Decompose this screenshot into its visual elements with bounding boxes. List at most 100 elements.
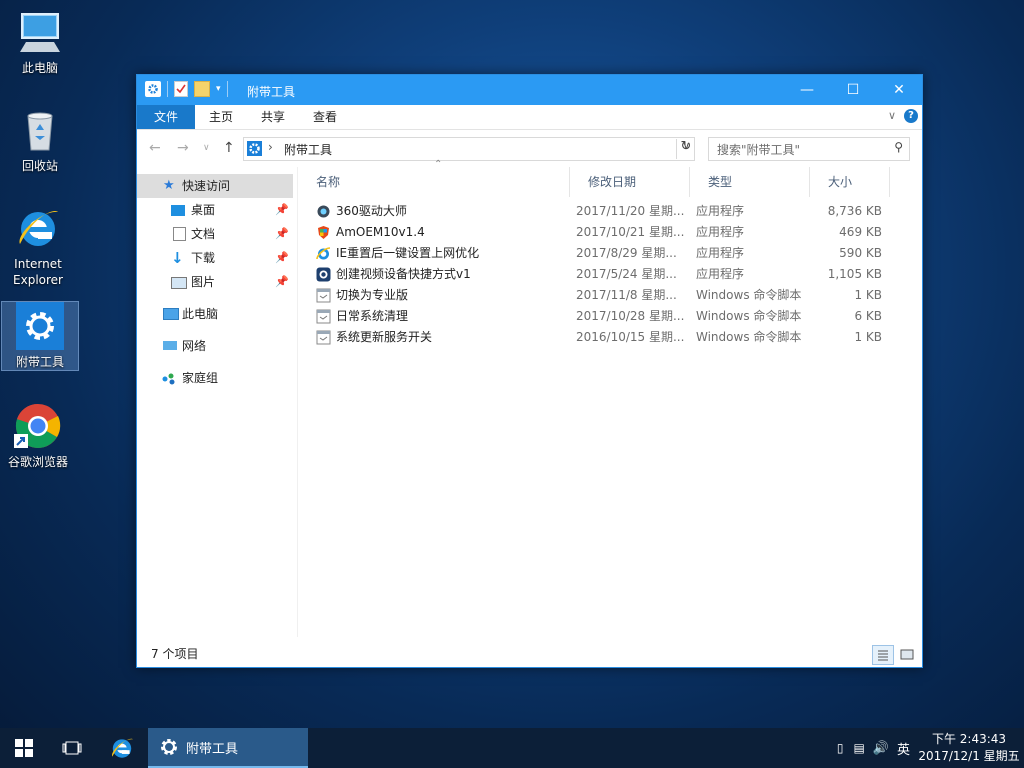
chrome-icon — [14, 402, 62, 450]
file-row[interactable]: AmOEM10v1.4 2017/10/21 星期... 应用程序 469 KB — [298, 222, 898, 243]
desktop-icon-this-pc[interactable]: 此电脑 — [2, 8, 78, 76]
maximize-button[interactable]: ☐ — [830, 75, 876, 105]
file-date: 2017/11/20 星期... — [576, 204, 685, 218]
start-button[interactable] — [0, 728, 48, 768]
column-header-name[interactable]: 名称 — [298, 167, 570, 197]
taskbar-window-title: 附带工具 — [186, 741, 239, 757]
file-list: ⌃ 名称 修改日期 类型 大小 360驱动大师 2017/11/20 星期...… — [297, 159, 921, 637]
camera-app-icon — [316, 267, 331, 282]
pin-icon[interactable]: 📌 — [275, 270, 289, 294]
network-icon[interactable]: ▤ — [853, 741, 864, 755]
taskbar-window-button[interactable]: 附带工具 — [148, 728, 308, 768]
sidebar-item-documents[interactable]: 文档 📌 — [137, 222, 293, 246]
taskbar-ie-button[interactable] — [98, 728, 146, 768]
new-folder-icon[interactable] — [194, 81, 210, 97]
close-button[interactable]: ✕ — [876, 75, 922, 105]
large-icons-view-button[interactable] — [896, 645, 918, 665]
pin-icon[interactable]: 📌 — [275, 246, 289, 270]
column-header-size[interactable]: 大小 — [810, 167, 890, 197]
file-size: 1 KB — [854, 288, 882, 302]
desktop-icon-tools-folder[interactable]: 附带工具 — [1, 301, 79, 371]
sidebar-item-pictures[interactable]: 图片 📌 — [137, 270, 293, 294]
column-header-date[interactable]: 修改日期 — [570, 167, 690, 197]
usb-icon[interactable]: ▯ — [837, 741, 844, 755]
qat-dropdown-icon[interactable]: ▾ — [216, 84, 221, 94]
folder-gear-icon — [247, 141, 262, 156]
task-view-button[interactable] — [48, 728, 96, 768]
clock[interactable]: 下午 2:43:43 2017/12/1 星期五 — [914, 731, 1024, 765]
help-icon[interactable]: ? — [904, 109, 918, 123]
tab-file[interactable]: 文件 — [137, 105, 195, 129]
status-bar: 7 个项目 — [137, 641, 922, 667]
refresh-icon[interactable]: ↻ — [676, 139, 695, 159]
tab-share[interactable]: 共享 — [247, 105, 299, 129]
pin-icon[interactable]: 📌 — [275, 222, 289, 246]
sidebar-item-this-pc[interactable]: 此电脑 — [137, 302, 293, 326]
forward-arrow-icon[interactable]: → — [177, 140, 189, 156]
file-type: 应用程序 — [696, 204, 745, 218]
desktop-icon-recycle-bin[interactable]: 回收站 — [2, 106, 78, 174]
ime-indicator[interactable]: 英 — [897, 739, 910, 758]
file-size: 1,105 KB — [827, 267, 882, 281]
folder-gear-icon — [145, 81, 161, 97]
desktop-icon-internet-explorer[interactable]: Internet Explorer — [0, 204, 76, 288]
sidebar-item-label: 桌面 — [191, 203, 216, 217]
tab-view[interactable]: 查看 — [299, 105, 351, 129]
sidebar-item-network[interactable]: 网络 — [137, 334, 293, 358]
file-date: 2017/11/8 星期... — [576, 288, 677, 302]
shield-app-icon — [316, 225, 331, 240]
driver-app-icon — [316, 204, 331, 219]
sidebar-item-desktop[interactable]: 桌面 📌 — [137, 198, 293, 222]
sidebar-item-downloads[interactable]: ↓ 下载 📌 — [137, 246, 293, 270]
pictures-icon — [171, 277, 187, 289]
desktop-icon-label: Internet Explorer — [13, 257, 63, 287]
file-size: 1 KB — [854, 330, 882, 344]
tab-home[interactable]: 主页 — [195, 105, 247, 129]
desktop-icon-label: 谷歌浏览器 — [7, 455, 68, 469]
file-date: 2016/10/15 星期... — [576, 330, 685, 344]
divider — [167, 81, 168, 97]
file-size: 8,736 KB — [827, 204, 882, 218]
sidebar-item-label: 图片 — [191, 275, 216, 289]
ie-app-icon — [316, 246, 331, 261]
file-row[interactable]: 日常系统清理 2017/10/28 星期... Windows 命令脚本 6 K… — [298, 306, 898, 327]
file-date: 2017/10/28 星期... — [576, 309, 685, 323]
explorer-window: ▾ 附带工具 — ☐ ✕ 文件 主页 共享 查看 ∨ ? ← → ∨ ↑ › 附… — [136, 74, 923, 668]
file-row[interactable]: 切换为专业版 2017/11/8 星期... Windows 命令脚本 1 KB — [298, 285, 898, 306]
gear-icon — [158, 736, 180, 758]
navigation-bar: ← → ∨ ↑ › 附带工具 ∨ ↻ 搜索"附带工具" ⚲ — [137, 130, 922, 166]
sidebar-item-homegroup[interactable]: 家庭组 — [137, 366, 293, 390]
desktop-icon-chrome[interactable]: 谷歌浏览器 — [0, 402, 76, 470]
file-size: 590 KB — [839, 246, 882, 260]
sidebar-item-quick-access[interactable]: ★ 快速访问 — [137, 174, 293, 198]
clock-time: 下午 2:43:43 — [931, 732, 1007, 746]
pin-icon[interactable]: 📌 — [275, 198, 289, 222]
desktop-icon-label: 附带工具 — [15, 355, 64, 369]
details-view-button[interactable] — [872, 645, 894, 665]
properties-icon[interactable] — [174, 81, 188, 97]
file-row[interactable]: 系统更新服务开关 2016/10/15 星期... Windows 命令脚本 1… — [298, 327, 898, 348]
title-bar[interactable]: ▾ 附带工具 — ☐ ✕ — [137, 75, 922, 105]
search-input[interactable]: 搜索"附带工具" ⚲ — [708, 137, 910, 161]
breadcrumb[interactable]: 附带工具 — [284, 141, 332, 158]
file-row[interactable]: 360驱动大师 2017/11/20 星期... 应用程序 8,736 KB — [298, 201, 898, 222]
back-arrow-icon[interactable]: ← — [149, 140, 161, 156]
recent-locations-icon[interactable]: ∨ — [203, 143, 210, 153]
minimize-button[interactable]: — — [784, 75, 830, 105]
homegroup-icon — [161, 370, 177, 385]
script-icon — [316, 288, 331, 303]
document-icon — [173, 227, 186, 241]
script-icon — [316, 330, 331, 345]
file-row[interactable]: 创建视频设备快捷方式v1 2017/5/24 星期... 应用程序 1,105 … — [298, 264, 898, 285]
divider — [226, 81, 228, 97]
volume-icon[interactable]: 🔊 — [873, 741, 889, 756]
file-row[interactable]: IE重置后一键设置上网优化 2017/8/29 星期... 应用程序 590 K… — [298, 243, 898, 264]
column-header-type[interactable]: 类型 — [690, 167, 810, 197]
file-size: 469 KB — [839, 225, 882, 239]
expand-ribbon-icon[interactable]: ∨ — [888, 109, 896, 122]
file-type: Windows 命令脚本 — [696, 288, 802, 302]
up-arrow-icon[interactable]: ↑ — [223, 140, 235, 156]
ie-icon — [14, 204, 62, 252]
address-bar[interactable]: › 附带工具 ∨ — [243, 137, 695, 161]
file-name: 日常系统清理 — [336, 309, 409, 323]
